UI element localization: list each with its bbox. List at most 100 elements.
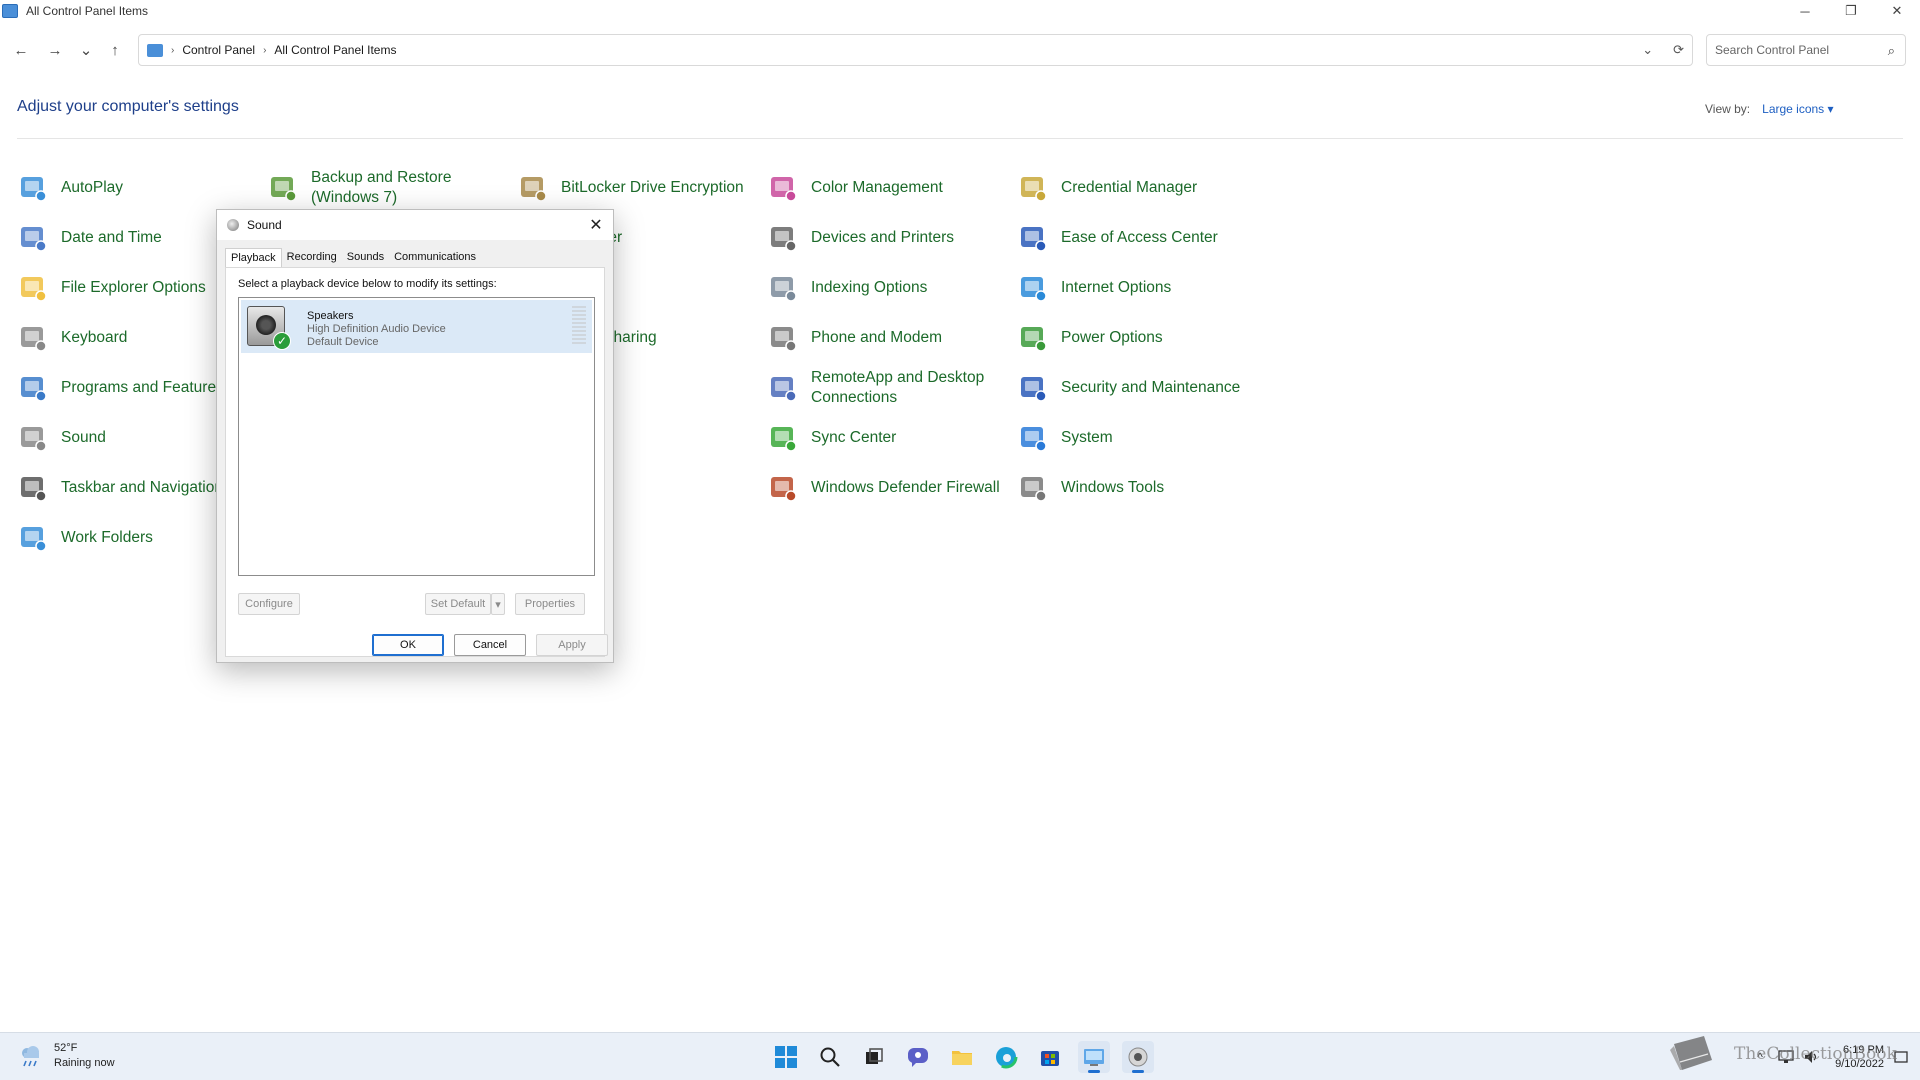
set-default-dropdown-button[interactable]: ▾ xyxy=(491,593,505,615)
cp-item[interactable]: Windows Tools xyxy=(1017,464,1257,512)
search-input[interactable] xyxy=(1715,43,1875,57)
cp-item-label[interactable]: RemoteApp and Desktop Connections xyxy=(811,368,1007,408)
dialog-titlebar: Sound ✕ xyxy=(217,210,613,240)
clock[interactable]: 6:19 PM 9/10/2022 xyxy=(1835,1043,1884,1071)
back-button[interactable]: ← xyxy=(9,38,33,62)
breadcrumb-all-items[interactable]: All Control Panel Items xyxy=(274,43,396,57)
store-icon[interactable] xyxy=(1034,1041,1066,1073)
cp-item-label[interactable]: Ease of Access Center xyxy=(1061,228,1218,248)
dialog-close-button[interactable]: ✕ xyxy=(585,214,607,236)
cp-item[interactable]: Devices and Printers xyxy=(767,214,1007,262)
cp-item-label[interactable]: Internet Options xyxy=(1061,278,1171,298)
cp-item[interactable]: Sync Center xyxy=(767,414,1007,462)
system-tray: ^ 6:19 PM 9/10/2022 xyxy=(1743,1039,1910,1075)
recent-locations-button[interactable]: ⌄ xyxy=(74,38,98,62)
navigation-bar: ← → ⌄ ↑ › Control Panel › All Control Pa… xyxy=(0,30,1920,70)
window-controls: ─ ❐ ✕ xyxy=(1782,0,1920,22)
device-list[interactable]: ✓ Speakers High Definition Audio Device … xyxy=(238,297,595,576)
cp-item-label[interactable]: Devices and Printers xyxy=(811,228,954,248)
up-button[interactable]: ↑ xyxy=(103,38,127,62)
cancel-button[interactable]: Cancel xyxy=(454,634,526,656)
device-speakers[interactable]: ✓ Speakers High Definition Audio Device … xyxy=(241,300,592,353)
cp-item[interactable]: AutoPlay xyxy=(17,164,257,212)
cp-item-label[interactable]: Keyboard xyxy=(61,328,127,348)
color-management-icon xyxy=(767,172,799,204)
tab-sounds[interactable]: Sounds xyxy=(342,248,389,268)
volume-icon[interactable] xyxy=(1803,1048,1821,1066)
cp-item-label[interactable]: Credential Manager xyxy=(1061,178,1197,198)
cp-item[interactable]: Indexing Options xyxy=(767,264,1007,312)
network-icon[interactable] xyxy=(1777,1048,1795,1066)
tray-chevron-icon[interactable]: ^ xyxy=(1751,1048,1769,1066)
cp-item[interactable]: Phone and Modem xyxy=(767,314,1007,362)
control-panel-icon xyxy=(147,43,163,57)
cp-item-label[interactable]: Taskbar and Navigation xyxy=(61,478,223,498)
cp-item-label[interactable]: File Explorer Options xyxy=(61,278,206,298)
cp-item-label[interactable]: AutoPlay xyxy=(61,178,123,198)
cp-item[interactable]: Color Management xyxy=(767,164,1007,212)
cp-item-label[interactable]: BitLocker Drive Encryption xyxy=(561,178,744,198)
cp-item[interactable]: Credential Manager xyxy=(1017,164,1257,212)
minimize-button[interactable]: ─ xyxy=(1782,0,1828,22)
restore-button[interactable]: ❐ xyxy=(1828,0,1874,22)
edge-icon[interactable] xyxy=(990,1041,1022,1073)
cp-item-label[interactable]: Power Options xyxy=(1061,328,1163,348)
start-icon[interactable] xyxy=(770,1041,802,1073)
cp-item-label[interactable]: Date and Time xyxy=(61,228,162,248)
ok-button[interactable]: OK xyxy=(372,634,444,656)
cp-item-label[interactable]: Programs and Features xyxy=(61,378,224,398)
folder-icon xyxy=(17,272,49,304)
clock-date: 9/10/2022 xyxy=(1835,1058,1884,1070)
address-bar[interactable]: › Control Panel › All Control Panel Item… xyxy=(138,34,1693,66)
phone-icon xyxy=(767,322,799,354)
cp-item-label[interactable]: Sync Center xyxy=(811,428,896,448)
cp-item[interactable]: Power Options xyxy=(1017,314,1257,362)
chat-icon[interactable] xyxy=(902,1041,934,1073)
cp-item[interactable]: RemoteApp and Desktop Connections xyxy=(767,364,1007,412)
dialog-tabs: Playback Recording Sounds Communications xyxy=(225,248,481,268)
view-by-dropdown[interactable]: Large icons ▾ xyxy=(1762,102,1833,116)
task-view-icon[interactable] xyxy=(858,1041,890,1073)
cp-item[interactable]: BitLocker Drive Encryption xyxy=(517,164,757,212)
search-icon[interactable] xyxy=(814,1041,846,1073)
cp-item-label[interactable]: Windows Defender Firewall xyxy=(811,478,1000,498)
date-time-icon xyxy=(17,222,49,254)
refresh-icon[interactable]: ⟳ xyxy=(1673,42,1684,58)
cp-item-label[interactable]: Indexing Options xyxy=(811,278,927,298)
set-default-button[interactable]: Set Default xyxy=(425,593,491,615)
tab-playback[interactable]: Playback xyxy=(225,248,282,268)
file-explorer-icon[interactable] xyxy=(946,1041,978,1073)
cp-item-label[interactable]: Work Folders xyxy=(61,528,153,548)
notification-icon[interactable] xyxy=(1892,1048,1910,1066)
search-icon[interactable]: ⌕ xyxy=(1888,43,1895,59)
cp-item[interactable]: Ease of Access Center xyxy=(1017,214,1257,262)
tab-communications[interactable]: Communications xyxy=(389,248,481,268)
breadcrumb-control-panel[interactable]: Control Panel xyxy=(182,43,255,57)
cp-item[interactable]: Windows Defender Firewall xyxy=(767,464,1007,512)
configure-button[interactable]: Configure xyxy=(238,593,300,615)
cp-item-label[interactable]: System xyxy=(1061,428,1113,448)
cp-item-label[interactable]: Windows Tools xyxy=(1061,478,1164,498)
weather-widget[interactable]: 52°F Raining now xyxy=(18,1041,115,1071)
properties-button[interactable]: Properties xyxy=(515,593,585,615)
control-panel-icon[interactable] xyxy=(1078,1041,1110,1073)
forward-button[interactable]: → xyxy=(43,38,67,62)
sound-icon[interactable] xyxy=(1122,1041,1154,1073)
taskbar: 52°F Raining now ^ 6:19 PM 9/10/2022 xyxy=(0,1032,1920,1080)
address-dropdown-icon[interactable]: ⌄ xyxy=(1642,42,1653,58)
cp-item[interactable]: Backup and Restore (Windows 7) xyxy=(267,164,507,212)
cp-item-label[interactable]: Phone and Modem xyxy=(811,328,942,348)
remoteapp-icon xyxy=(767,372,799,404)
search-box[interactable]: ⌕ xyxy=(1706,34,1906,66)
cp-item[interactable]: System xyxy=(1017,414,1257,462)
apply-button[interactable]: Apply xyxy=(536,634,608,656)
tab-recording[interactable]: Recording xyxy=(282,248,342,268)
cp-item-label[interactable]: Backup and Restore (Windows 7) xyxy=(311,168,507,208)
cp-item-label[interactable]: Security and Maintenance xyxy=(1061,378,1240,398)
cp-item[interactable]: Internet Options xyxy=(1017,264,1257,312)
page-title: Adjust your computer's settings xyxy=(17,98,239,115)
close-window-button[interactable]: ✕ xyxy=(1874,0,1920,22)
cp-item-label[interactable]: Color Management xyxy=(811,178,943,198)
cp-item-label[interactable]: Sound xyxy=(61,428,106,448)
cp-item[interactable]: Security and Maintenance xyxy=(1017,364,1257,412)
